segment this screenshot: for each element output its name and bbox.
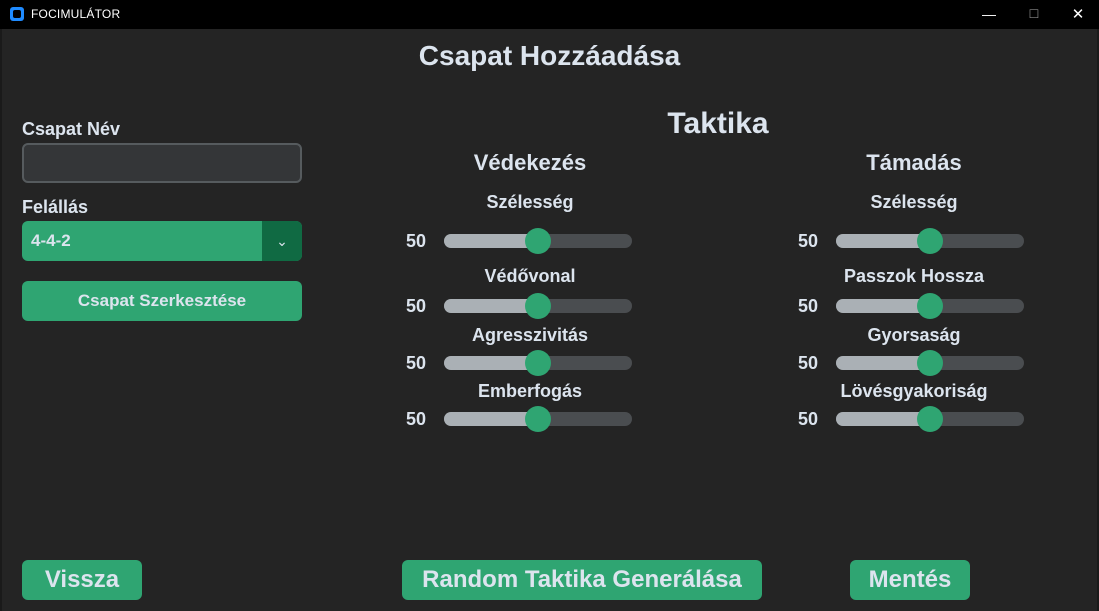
man-marking-label: Emberfogás xyxy=(477,381,583,401)
save-button[interactable]: Mentés xyxy=(850,560,970,600)
aggression-label: Agresszivitás xyxy=(471,325,589,345)
shot-frequency-label: Lövésgyakoriság xyxy=(840,381,988,401)
chevron-down-icon[interactable]: ⌄ xyxy=(262,221,302,261)
attack-width-value: 50 xyxy=(798,231,819,251)
slider-handle[interactable] xyxy=(917,406,943,432)
defense-title: Védekezés xyxy=(473,150,587,175)
slider-handle[interactable] xyxy=(917,228,943,254)
slider-fill xyxy=(836,299,930,313)
pass-length-label: Passzok Hossza xyxy=(843,266,985,286)
app-icon xyxy=(10,7,24,21)
defense-width-slider[interactable] xyxy=(444,228,632,254)
back-button[interactable]: Vissza xyxy=(22,560,142,600)
slider-fill xyxy=(444,412,538,426)
defense-line-label: Védővonal xyxy=(484,266,576,286)
tempo-label: Gyorsaság xyxy=(867,325,961,345)
window-title: FOCIMULÁTOR xyxy=(31,7,121,21)
edit-team-button[interactable]: Csapat Szerkesztése xyxy=(22,281,302,321)
random-tactics-button[interactable]: Random Taktika Generálása xyxy=(402,560,762,600)
slider-fill xyxy=(444,299,538,313)
tempo-slider[interactable] xyxy=(836,350,1024,376)
pass-length-slider[interactable] xyxy=(836,293,1024,319)
shot-frequency-value: 50 xyxy=(798,409,819,429)
team-name-input[interactable] xyxy=(22,143,302,183)
slider-fill xyxy=(836,412,930,426)
defense-line-slider[interactable] xyxy=(444,293,632,319)
defense-width-value: 50 xyxy=(406,231,427,251)
man-marking-value: 50 xyxy=(406,409,427,429)
pass-length-value: 50 xyxy=(798,296,819,316)
defense-line-value: 50 xyxy=(406,296,427,316)
slider-handle[interactable] xyxy=(525,406,551,432)
slider-handle[interactable] xyxy=(525,350,551,376)
title-bar: FOCIMULÁTOR — ☐ ✕ xyxy=(0,0,1099,29)
slider-fill xyxy=(836,234,930,248)
tempo-value: 50 xyxy=(798,353,819,373)
slider-handle[interactable] xyxy=(525,228,551,254)
attack-width-label: Szélesség xyxy=(870,192,958,212)
formation-combobox[interactable]: 4-4-2 ⌄ xyxy=(22,221,302,261)
team-name-label: Csapat Név xyxy=(22,119,121,139)
slider-fill xyxy=(444,234,538,248)
attack-title: Támadás xyxy=(866,150,962,175)
minimize-button[interactable]: — xyxy=(966,0,1012,29)
close-button[interactable]: ✕ xyxy=(1055,0,1099,29)
slider-fill xyxy=(444,356,538,370)
page-title: Csapat Hozzáadása xyxy=(418,40,681,71)
aggression-value: 50 xyxy=(406,353,427,373)
aggression-slider[interactable] xyxy=(444,350,632,376)
formation-label: Felállás xyxy=(22,197,89,217)
attack-width-slider[interactable] xyxy=(836,228,1024,254)
window-border xyxy=(0,29,2,611)
tactics-title: Taktika xyxy=(667,107,769,140)
maximize-button[interactable]: ☐ xyxy=(1011,0,1057,29)
formation-value: 4-4-2 xyxy=(31,231,71,250)
defense-width-label: Szélesség xyxy=(486,192,574,212)
slider-handle[interactable] xyxy=(917,350,943,376)
shot-frequency-slider[interactable] xyxy=(836,406,1024,432)
slider-fill xyxy=(836,356,930,370)
man-marking-slider[interactable] xyxy=(444,406,632,432)
slider-handle[interactable] xyxy=(917,293,943,319)
slider-handle[interactable] xyxy=(525,293,551,319)
